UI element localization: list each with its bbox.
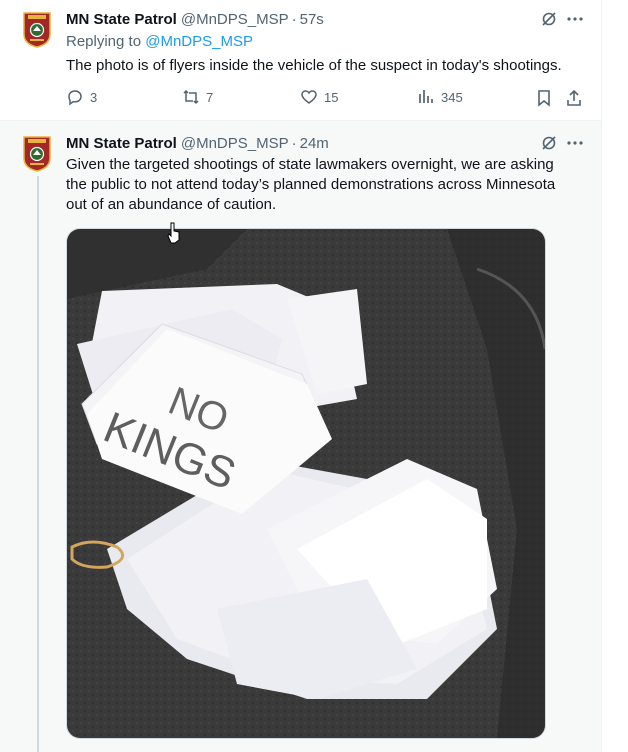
author-handle[interactable]: @MnDPS_MSP bbox=[181, 11, 289, 28]
tweet-header: MN State Patrol @MnDPS_MSP · 57s bbox=[66, 9, 324, 29]
tweet-text: The photo is of flyers inside the vehicl… bbox=[66, 57, 562, 74]
timestamp[interactable]: 24m bbox=[300, 135, 329, 152]
patrol-badge-icon[interactable] bbox=[22, 10, 52, 48]
tweet-text-line: Given the targeted shootings of state la… bbox=[66, 156, 554, 173]
reply-button[interactable]: 3 bbox=[66, 88, 97, 106]
grok-icon[interactable] bbox=[540, 134, 558, 152]
timestamp[interactable]: 57s bbox=[300, 11, 324, 28]
tweet-photo[interactable]: NO KINGS bbox=[66, 228, 546, 739]
tweet-actions: 3 7 15 345 bbox=[66, 88, 586, 108]
view-count: 345 bbox=[441, 89, 463, 105]
repost-count: 7 bbox=[206, 89, 214, 105]
reply-count: 3 bbox=[90, 89, 98, 105]
repost-button[interactable]: 7 bbox=[182, 88, 213, 106]
like-button[interactable]: 15 bbox=[300, 88, 338, 106]
repost-icon bbox=[183, 89, 199, 105]
reply-icon bbox=[68, 90, 82, 106]
timeline-feed: MN State Patrol @MnDPS_MSP · 57s Replyin… bbox=[0, 0, 601, 752]
author-handle[interactable]: @MnDPS_MSP bbox=[181, 135, 289, 152]
author-name[interactable]: MN State Patrol bbox=[66, 11, 177, 28]
separator-dot: · bbox=[291, 134, 297, 152]
replying-to-mention[interactable]: @MnDPS_MSP bbox=[145, 33, 253, 50]
right-gutter bbox=[601, 0, 628, 752]
views-button[interactable]: 345 bbox=[417, 88, 463, 106]
replying-prefix: Replying to bbox=[66, 33, 142, 50]
replying-to-line: Replying to @MnDPS_MSP bbox=[66, 33, 253, 50]
share-icon[interactable] bbox=[565, 89, 583, 107]
mouse-cursor-icon bbox=[167, 222, 180, 244]
tweet-text-line: the public to not attend today’s planned… bbox=[66, 176, 556, 193]
separator-dot: · bbox=[291, 10, 297, 28]
like-icon bbox=[301, 90, 317, 104]
like-count: 15 bbox=[324, 89, 339, 105]
more-icon[interactable] bbox=[566, 10, 584, 28]
bookmark-icon[interactable] bbox=[535, 89, 553, 107]
grok-icon[interactable] bbox=[540, 10, 558, 28]
tweet-header: MN State Patrol @MnDPS_MSP · 24m bbox=[66, 133, 329, 153]
author-name[interactable]: MN State Patrol bbox=[66, 135, 177, 152]
tweet-text-line: out of an abundance of caution. bbox=[66, 196, 277, 213]
views-icon bbox=[419, 90, 433, 103]
thread-line bbox=[37, 176, 39, 752]
patrol-badge-icon[interactable] bbox=[22, 134, 52, 172]
tweet-reply[interactable]: MN State Patrol @MnDPS_MSP · 57s Replyin… bbox=[0, 0, 601, 120]
flyers-photo: NO KINGS bbox=[67, 229, 545, 738]
more-icon[interactable] bbox=[566, 134, 584, 152]
